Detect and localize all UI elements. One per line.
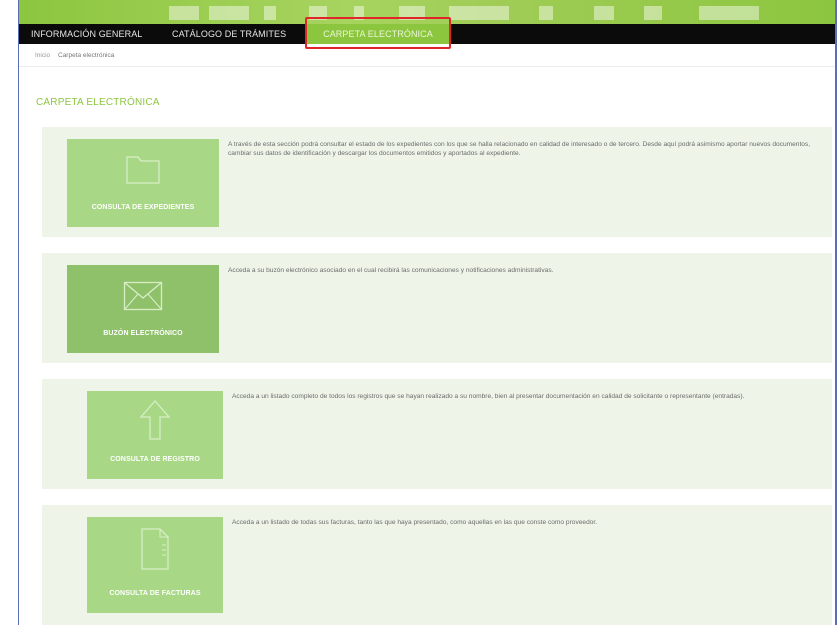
tile-label: CONSULTA DE REGISTRO [110, 456, 200, 463]
breadcrumb-divider [19, 66, 835, 67]
buzon-electronico-button[interactable]: BUZÓN ELECTRÓNICO [67, 265, 219, 353]
page-title: CARPETA ELECTRÓNICA [36, 97, 160, 108]
breadcrumb-current: Carpeta electrónica [58, 52, 115, 59]
document-icon [141, 528, 169, 570]
card-description: Acceda a su buzón electrónico asociado e… [228, 267, 554, 274]
envelope-icon [123, 281, 163, 311]
folder-icon [126, 156, 160, 184]
breadcrumb: Inicio Carpeta electrónica [35, 52, 114, 59]
card-consulta-expedientes: CONSULTA DE EXPEDIENTES A través de esta… [42, 127, 832, 237]
card-consulta-facturas: CONSULTA DE FACTURAS Acceda a un listado… [42, 505, 832, 625]
consulta-facturas-button[interactable]: CONSULTA DE FACTURAS [87, 517, 223, 613]
nav-item-informacion-general[interactable]: INFORMACIÓN GENERAL [31, 24, 142, 44]
consulta-registro-button[interactable]: CONSULTA DE REGISTRO [87, 391, 223, 479]
card-description: A través de esta sección podrá consultar… [228, 141, 811, 158]
browser-frame: INFORMACIÓN GENERAL CATÁLOGO DE TRÁMITES… [18, 0, 837, 625]
card-description: Acceda a un listado de todas sus factura… [232, 519, 598, 526]
tile-label: BUZÓN ELECTRÓNICO [103, 330, 183, 337]
nav-item-catalogo-tramites[interactable]: CATÁLOGO DE TRÁMITES [172, 24, 286, 44]
breadcrumb-home-link[interactable]: Inicio [35, 52, 50, 59]
consulta-expedientes-button[interactable]: CONSULTA DE EXPEDIENTES [67, 139, 219, 227]
tile-label: CONSULTA DE EXPEDIENTES [91, 204, 195, 211]
active-tab-highlight [305, 17, 451, 49]
card-description: Acceda a un listado completo de todos lo… [232, 393, 745, 400]
card-buzon-electronico: BUZÓN ELECTRÓNICO Acceda a su buzón elec… [42, 253, 832, 363]
tile-label: CONSULTA DE FACTURAS [109, 590, 201, 597]
arrow-up-icon [139, 400, 171, 440]
card-consulta-registro: CONSULTA DE REGISTRO Acceda a un listado… [42, 379, 832, 489]
